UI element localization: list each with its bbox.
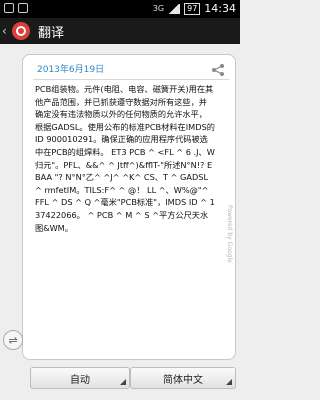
dropdown-corner-icon <box>226 379 232 385</box>
date-label: 2013年6月19日 <box>37 65 105 75</box>
system-icons: 3G 97 14:34 <box>153 2 236 15</box>
dropdown-corner-icon <box>120 379 126 385</box>
source-language-button[interactable]: 自动 <box>30 367 130 389</box>
target-language-button[interactable]: 简体中文 <box>130 367 236 389</box>
page-title: 翻译 <box>38 25 65 41</box>
network-type: 3G <box>152 4 165 13</box>
status-bar: 3G 97 14:34 <box>0 0 240 18</box>
translation-text[interactable]: PCB组装物。元件(电阻、电容、磁簧开关)用在其他产品范围，并已抓获遵守数据对所… <box>35 83 215 234</box>
battery-icon: 97 <box>184 2 201 15</box>
back-arrow-icon[interactable]: ‹ <box>2 24 10 38</box>
signal-icon <box>168 3 181 14</box>
swap-arrows-icon: ⇌ <box>8 333 18 347</box>
powered-by-label: Powered by Google <box>226 205 233 263</box>
target-language-label: 简体中文 <box>163 374 203 386</box>
divider <box>33 79 229 80</box>
translation-card: 2013年6月19日 PCB组装物。元件(电阻、电容、磁簧开关)用在其他产品范围… <box>22 54 236 360</box>
source-language-label: 自动 <box>70 374 90 386</box>
notification-icon <box>18 3 28 13</box>
app-logo-icon[interactable] <box>12 22 30 40</box>
share-icon[interactable] <box>211 63 225 77</box>
notification-icons <box>4 3 28 13</box>
swap-language-button[interactable]: ⇌ <box>3 330 23 350</box>
clock: 14:34 <box>204 2 236 15</box>
app-bar: ‹ 翻译 <box>0 18 240 44</box>
notification-icon <box>4 3 14 13</box>
